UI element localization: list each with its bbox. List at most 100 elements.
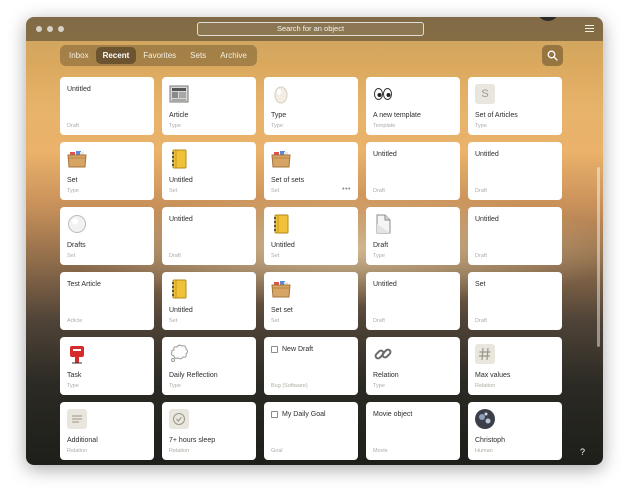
object-card[interactable]: Christoph Human	[468, 402, 562, 460]
minimize-window-button[interactable]	[47, 26, 53, 32]
card-type-label: Draft	[475, 188, 487, 194]
card-title: Christoph	[475, 437, 505, 444]
card-title: Drafts	[67, 242, 86, 249]
search-button[interactable]	[542, 45, 563, 66]
notebook-icon	[169, 149, 189, 169]
object-card[interactable]: New Draft Bug (Software)	[264, 337, 358, 395]
object-card[interactable]: Daily Reflection Type	[162, 337, 256, 395]
scrollbar[interactable]	[597, 167, 600, 347]
object-card[interactable]: Article Type	[162, 77, 256, 135]
tab-inbox[interactable]: Inbox	[62, 47, 96, 64]
object-card[interactable]: Type Type	[264, 77, 358, 135]
card-title: Set of Articles	[475, 112, 518, 119]
card-type-label: Type	[67, 188, 79, 194]
card-title: My Daily Goal	[282, 411, 326, 418]
card-type-label: Draft	[67, 123, 79, 129]
object-card[interactable]: Untitled Set	[162, 272, 256, 330]
page-icon	[373, 214, 393, 234]
tab-favorites[interactable]: Favorites	[136, 47, 183, 64]
object-card[interactable]: Set of sets Set •••	[264, 142, 358, 200]
hash-icon	[475, 344, 495, 364]
object-card[interactable]: Additional Relation	[60, 402, 154, 460]
object-card[interactable]: Set Draft	[468, 272, 562, 330]
object-card[interactable]: Untitled Draft	[162, 207, 256, 265]
card-title: Test Article	[67, 281, 101, 288]
object-card[interactable]: 7+ hours sleep Relation	[162, 402, 256, 460]
white-circle-icon	[67, 214, 87, 234]
card-title: Untitled	[475, 216, 499, 223]
object-card[interactable]: Relation Type	[366, 337, 460, 395]
object-card[interactable]: Draft Type	[366, 207, 460, 265]
card-type-label: Article	[67, 318, 83, 324]
card-title: Set	[67, 177, 78, 184]
card-type-label: Type	[271, 123, 283, 129]
card-type-label: Relation	[475, 383, 496, 389]
letter-s-glyph: S	[475, 84, 495, 104]
more-options-icon[interactable]: •••	[342, 186, 351, 193]
card-title: Daily Reflection	[169, 372, 218, 379]
object-card[interactable]: Set Type	[60, 142, 154, 200]
card-type-label: Set	[271, 318, 280, 324]
object-card[interactable]: Movie object Movie	[366, 402, 460, 460]
close-window-button[interactable]	[36, 26, 42, 32]
object-card[interactable]: A new template Template	[366, 77, 460, 135]
card-type-label: Draft	[373, 188, 385, 194]
card-type-label: Set	[67, 253, 76, 259]
card-type-label: Draft	[373, 318, 385, 324]
card-title: Draft	[373, 242, 389, 249]
search-icon	[547, 50, 558, 61]
card-type-label: Human	[475, 448, 493, 454]
object-card[interactable]: Test Article Article	[60, 272, 154, 330]
tab-archive[interactable]: Archive	[213, 47, 254, 64]
chain-icon	[373, 344, 393, 364]
object-card[interactable]: Max values Relation	[468, 337, 562, 395]
card-type-label: Type	[169, 123, 181, 129]
card-type-label: Bug (Software)	[271, 383, 308, 389]
object-card[interactable]: Set set Set	[264, 272, 358, 330]
checkbox-icon[interactable]	[271, 346, 278, 353]
card-title: Type	[271, 112, 287, 119]
card-title: 7+ hours sleep	[169, 437, 216, 444]
card-title: Untitled	[67, 86, 91, 93]
card-type-label: Set	[271, 253, 280, 259]
object-card[interactable]: Untitled Set	[264, 207, 358, 265]
avatar-icon	[475, 409, 495, 429]
object-card[interactable]: My Daily Goal Goal	[264, 402, 358, 460]
card-type-label: Set	[169, 318, 178, 324]
search-object-input[interactable]: Search for an object	[197, 22, 424, 36]
card-type-label: Movie	[373, 448, 388, 454]
object-card[interactable]: Untitled Set	[162, 142, 256, 200]
object-card[interactable]: Untitled Draft	[468, 207, 562, 265]
check-circle-icon	[169, 409, 189, 429]
egg-icon	[271, 84, 291, 104]
card-title: Set of sets	[271, 177, 305, 184]
postbox-icon	[67, 344, 87, 364]
zoom-window-button[interactable]	[58, 26, 64, 32]
tab-recent[interactable]: Recent	[95, 47, 137, 64]
object-card[interactable]: Task Type	[60, 337, 154, 395]
notebook-icon	[169, 279, 189, 299]
card-type-label: Draft	[169, 253, 181, 259]
help-button[interactable]: ?	[580, 447, 585, 457]
card-title: Article	[169, 112, 189, 119]
checkbox-icon[interactable]	[271, 411, 278, 418]
file-box-icon	[67, 149, 87, 169]
object-card[interactable]: Untitled Draft	[366, 142, 460, 200]
card-title: Untitled	[169, 216, 193, 223]
object-card[interactable]: Untitled Draft	[468, 142, 562, 200]
card-type-label: Type	[67, 383, 79, 389]
hamburger-menu-icon[interactable]	[585, 25, 594, 33]
card-title: Untitled	[373, 151, 397, 158]
object-card[interactable]: Untitled Draft	[366, 272, 460, 330]
tab-bar: Inbox Recent Favorites Sets Archive	[60, 45, 257, 66]
object-card[interactable]: Drafts Set	[60, 207, 154, 265]
card-type-label: Draft	[475, 318, 487, 324]
object-card[interactable]: Untitled Draft	[60, 77, 154, 135]
card-type-label: Type	[475, 123, 487, 129]
thought-balloon-icon	[169, 344, 189, 364]
card-type-label: Draft	[475, 253, 487, 259]
app-window: Search for an object Inbox Recent Favori…	[26, 17, 603, 465]
object-card[interactable]: S Set of Articles Type	[468, 77, 562, 135]
newspaper-icon	[169, 84, 189, 104]
tab-sets[interactable]: Sets	[183, 47, 213, 64]
